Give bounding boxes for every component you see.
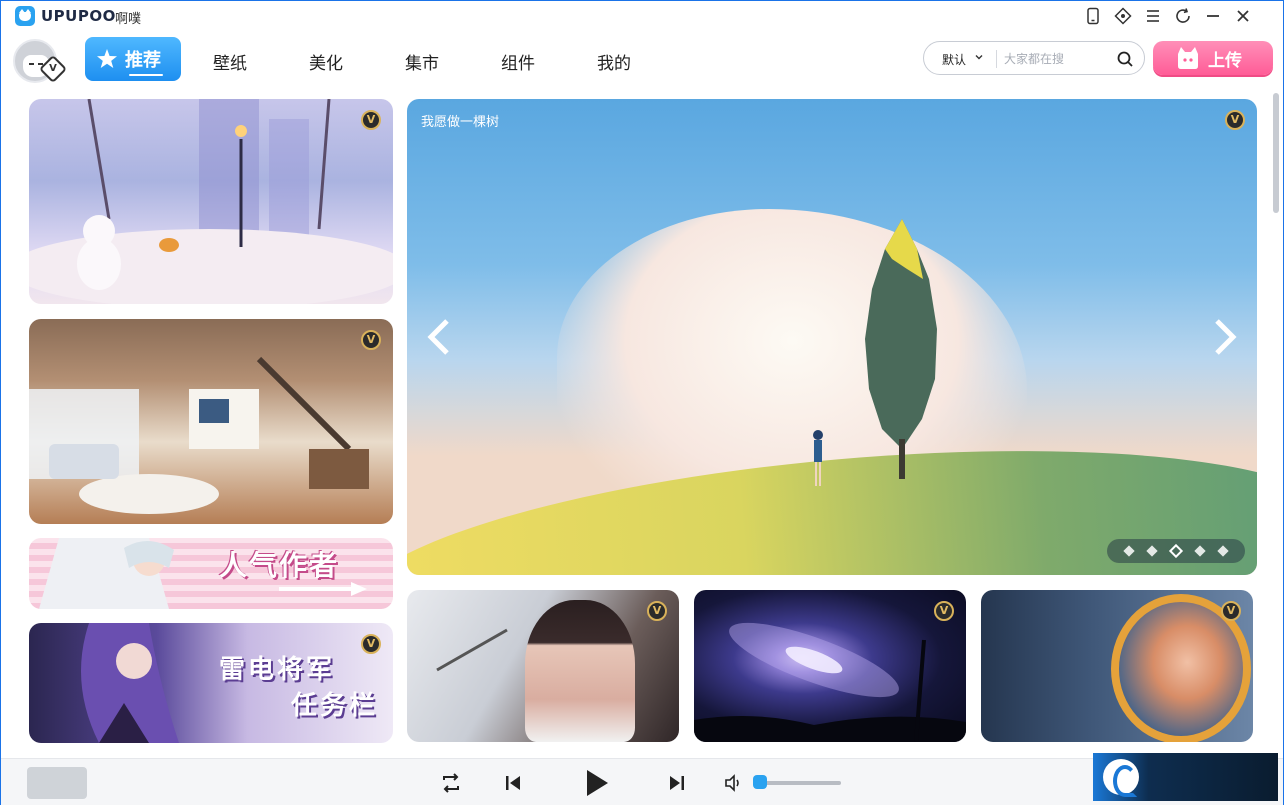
sort-select[interactable]: 默认 [942, 51, 966, 68]
app-logo-icon [15, 6, 35, 26]
vip-badge-icon: V [361, 110, 381, 130]
diamond-icon[interactable] [1113, 6, 1133, 26]
vip-badge-icon: V [1225, 110, 1245, 130]
girl-figure [813, 430, 823, 486]
corner-ad-banner[interactable] [1093, 753, 1278, 801]
banner-title: 人气作者 [219, 549, 340, 582]
app-window: UPUPOO 啊噗 V 推荐 壁纸 美化 集市 组件 我的 默认 大家都在搜 上… [0, 0, 1284, 805]
minimize-icon[interactable] [1203, 6, 1223, 26]
wallpaper-card-winter[interactable]: V [29, 99, 393, 304]
play-icon[interactable] [583, 767, 611, 799]
raiden-title-line1: 雷电将军 [219, 655, 336, 685]
wallpaper-card-astronaut[interactable]: V [981, 590, 1253, 742]
menu-icon[interactable] [1143, 6, 1163, 26]
search-divider [996, 50, 997, 68]
star-icon [97, 49, 117, 68]
arrow-right-icon [279, 582, 367, 596]
tab-widgets[interactable]: 组件 [501, 49, 535, 74]
vip-badge-icon: V [647, 601, 667, 621]
tab-wallpaper[interactable]: 壁纸 [213, 49, 247, 74]
anime-girl-illustration [39, 538, 174, 609]
tab-mine[interactable]: 我的 [597, 49, 631, 74]
chevron-down-icon[interactable] [974, 52, 984, 62]
search-input[interactable] [1004, 48, 1104, 70]
repeat-icon[interactable] [439, 771, 463, 795]
title-bar: UPUPOO 啊噗 [1, 1, 1283, 31]
ad-logo-icon [1103, 759, 1139, 797]
slide-dot[interactable] [1146, 545, 1158, 557]
wallpaper-card-girl[interactable]: V [407, 590, 679, 742]
slide-dot[interactable] [1217, 545, 1230, 557]
vip-badge-icon: V [361, 330, 381, 350]
upload-button[interactable]: 上传 [1153, 41, 1273, 75]
volume-icon[interactable] [723, 773, 743, 793]
tab-beautify[interactable]: 美化 [309, 49, 343, 74]
tab-market[interactable]: 集市 [405, 49, 439, 74]
slide-dot[interactable] [1194, 545, 1206, 557]
tab-recommend[interactable]: 推荐 [85, 37, 181, 81]
vip-badge-icon: V [361, 634, 381, 654]
mascot-icon [1178, 47, 1198, 69]
upload-label: 上传 [1208, 50, 1242, 71]
scrollbar-thumb[interactable] [1273, 93, 1279, 213]
winter-scene [29, 99, 393, 304]
now-playing-thumbnail[interactable] [27, 767, 87, 799]
tab-label: 推荐 [125, 50, 161, 71]
raiden-illustration [81, 623, 179, 743]
raiden-taskbar-card[interactable]: 雷电将军 任务栏 V [29, 623, 393, 743]
banner-title: 我愿做一棵树 [421, 115, 500, 130]
slide-indicator [1107, 539, 1245, 563]
vip-badge-icon: V [934, 601, 954, 621]
previous-slide-icon[interactable] [425, 319, 455, 355]
window-controls [1083, 6, 1253, 26]
room-scene [29, 356, 369, 514]
vip-badge-icon: V [1221, 601, 1241, 621]
volume-slider[interactable] [759, 781, 841, 785]
player-bar [1, 758, 1283, 805]
search-box: 默认 [923, 41, 1145, 75]
brand-name-cn: 啊噗 [115, 12, 142, 27]
slide-dot-active[interactable] [1168, 543, 1184, 559]
wallpaper-card-galaxy[interactable]: V [694, 590, 966, 742]
wallpaper-card-room[interactable]: V [29, 319, 393, 524]
galaxy-scene [694, 622, 966, 742]
tree-shape [865, 219, 937, 479]
popular-authors-banner[interactable]: 人气作者 [29, 538, 393, 609]
next-slide-icon[interactable] [1209, 319, 1239, 355]
formula-sketch [436, 628, 508, 672]
active-underline [129, 74, 163, 76]
next-track-icon[interactable] [665, 771, 689, 795]
previous-track-icon[interactable] [501, 771, 525, 795]
refresh-icon[interactable] [1173, 6, 1193, 26]
search-icon[interactable] [1116, 50, 1134, 68]
close-icon[interactable] [1233, 6, 1253, 26]
girl-portrait [525, 600, 635, 742]
brand-name: UPUPOO [41, 7, 116, 25]
slide-dot[interactable] [1122, 545, 1135, 557]
tablet-icon[interactable] [1083, 6, 1103, 26]
featured-banner[interactable]: 我愿做一棵树 V [407, 99, 1257, 575]
raiden-title-line2: 任务栏 [291, 691, 379, 721]
volume-handle[interactable] [753, 775, 767, 789]
